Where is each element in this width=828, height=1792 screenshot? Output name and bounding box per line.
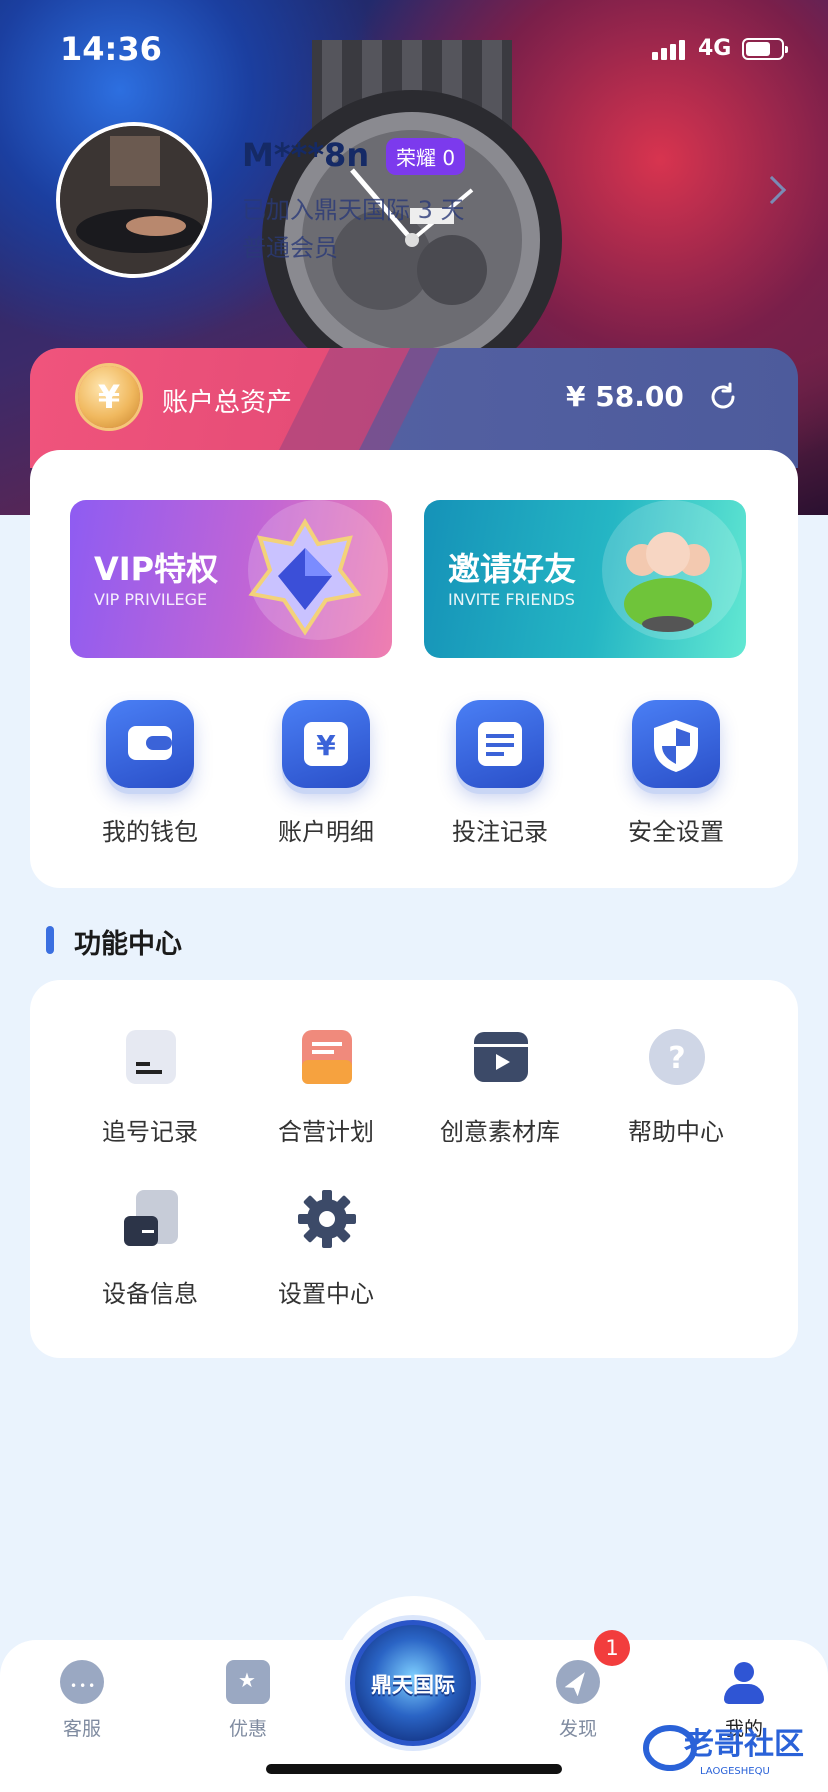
wallet-icon bbox=[128, 726, 172, 760]
status-bar: 14:36 4G bbox=[0, 0, 828, 100]
banner-subtitle: VIP PRIVILEGE bbox=[94, 590, 208, 609]
tab-discover[interactable]: 发现 bbox=[538, 1660, 618, 1741]
total-assets-amount: ¥ 58.00 bbox=[566, 380, 684, 413]
help-icon[interactable]: ? bbox=[646, 1026, 708, 1088]
tab-promotions[interactable]: ★ 优惠 bbox=[208, 1660, 288, 1741]
record-icon bbox=[478, 722, 522, 766]
username: M***8n bbox=[242, 136, 370, 174]
logo-text: 鼎天国际 bbox=[371, 1673, 455, 1697]
tab-customer-service[interactable]: ••• 客服 bbox=[42, 1660, 122, 1741]
watermark-logo: 老哥社区 LAOGESHEQU bbox=[643, 1725, 804, 1777]
chase-record-icon[interactable] bbox=[120, 1026, 182, 1088]
security-settings-label: 安全设置 bbox=[628, 818, 724, 846]
partner-plan-icon[interactable] bbox=[296, 1026, 358, 1088]
profile-join-days: 已加入鼎天国际 3 天 bbox=[242, 196, 465, 224]
vip-privilege-banner[interactable]: VIP特权 VIP PRIVILEGE bbox=[70, 500, 392, 658]
help-center-label: 帮助中心 bbox=[628, 1118, 724, 1146]
center-logo-button[interactable]: 鼎天国际 bbox=[350, 1620, 476, 1746]
banner-title: VIP特权 bbox=[94, 550, 219, 588]
compass-icon bbox=[556, 1660, 600, 1704]
gear-icon[interactable] bbox=[296, 1188, 358, 1250]
network-label: 4G bbox=[698, 36, 732, 61]
section-accent-bar bbox=[46, 926, 54, 954]
svg-text:¥: ¥ bbox=[316, 729, 336, 762]
refresh-icon[interactable] bbox=[708, 382, 738, 412]
svg-text:?: ? bbox=[668, 1041, 685, 1076]
banner-title: 邀请好友 bbox=[448, 550, 577, 588]
my-wallet-button[interactable] bbox=[106, 700, 194, 788]
chat-icon: ••• bbox=[60, 1660, 104, 1704]
security-settings-button[interactable] bbox=[632, 700, 720, 788]
honor-badge[interactable]: 荣耀 0 bbox=[386, 138, 466, 175]
battery-icon bbox=[742, 38, 788, 60]
creative-library-icon[interactable] bbox=[470, 1026, 532, 1088]
crown-gem-icon bbox=[248, 518, 362, 636]
bet-record-button[interactable] bbox=[456, 700, 544, 788]
tab-label: 客服 bbox=[62, 1718, 101, 1740]
amount-value: 58.00 bbox=[595, 380, 684, 413]
total-assets-label: 账户总资产 bbox=[162, 388, 293, 418]
function-center-title: 功能中心 bbox=[74, 929, 182, 960]
friends-group-icon bbox=[624, 532, 712, 632]
status-time: 14:36 bbox=[60, 30, 162, 68]
settings-center-label: 设置中心 bbox=[278, 1280, 374, 1308]
coin-icon: ¥ bbox=[78, 366, 140, 428]
shield-icon bbox=[654, 720, 698, 772]
yuan-icon: ¥ bbox=[304, 722, 348, 766]
avatar-photo bbox=[60, 126, 208, 274]
watermark-subtext: LAOGESHEQU bbox=[700, 1766, 770, 1777]
signal-icon bbox=[652, 40, 685, 60]
chase-record-label: 追号记录 bbox=[102, 1118, 198, 1146]
user-icon bbox=[722, 1660, 766, 1704]
profile-member-level: 普通会员 bbox=[242, 234, 338, 262]
account-details-label: 账户明细 bbox=[278, 818, 374, 846]
home-indicator bbox=[266, 1764, 562, 1774]
discover-badge: 1 bbox=[594, 1630, 630, 1666]
device-icon[interactable] bbox=[120, 1188, 182, 1250]
account-details-button[interactable]: ¥ bbox=[282, 700, 370, 788]
avatar[interactable] bbox=[56, 122, 212, 278]
bet-record-label: 投注记录 bbox=[452, 818, 548, 846]
banner-subtitle: INVITE FRIENDS bbox=[448, 590, 575, 609]
ticket-icon: ★ bbox=[226, 1660, 270, 1704]
currency-symbol: ¥ bbox=[566, 380, 586, 413]
invite-friends-banner[interactable]: 邀请好友 INVITE FRIENDS bbox=[424, 500, 746, 658]
creative-library-label: 创意素材库 bbox=[440, 1118, 560, 1146]
partner-plan-label: 合营计划 bbox=[278, 1118, 374, 1146]
tab-label: 优惠 bbox=[228, 1718, 267, 1740]
my-wallet-label: 我的钱包 bbox=[102, 818, 198, 846]
watermark-text: 老哥社区 bbox=[684, 1727, 804, 1762]
tab-label: 发现 bbox=[558, 1718, 597, 1740]
device-info-label: 设备信息 bbox=[102, 1280, 198, 1308]
